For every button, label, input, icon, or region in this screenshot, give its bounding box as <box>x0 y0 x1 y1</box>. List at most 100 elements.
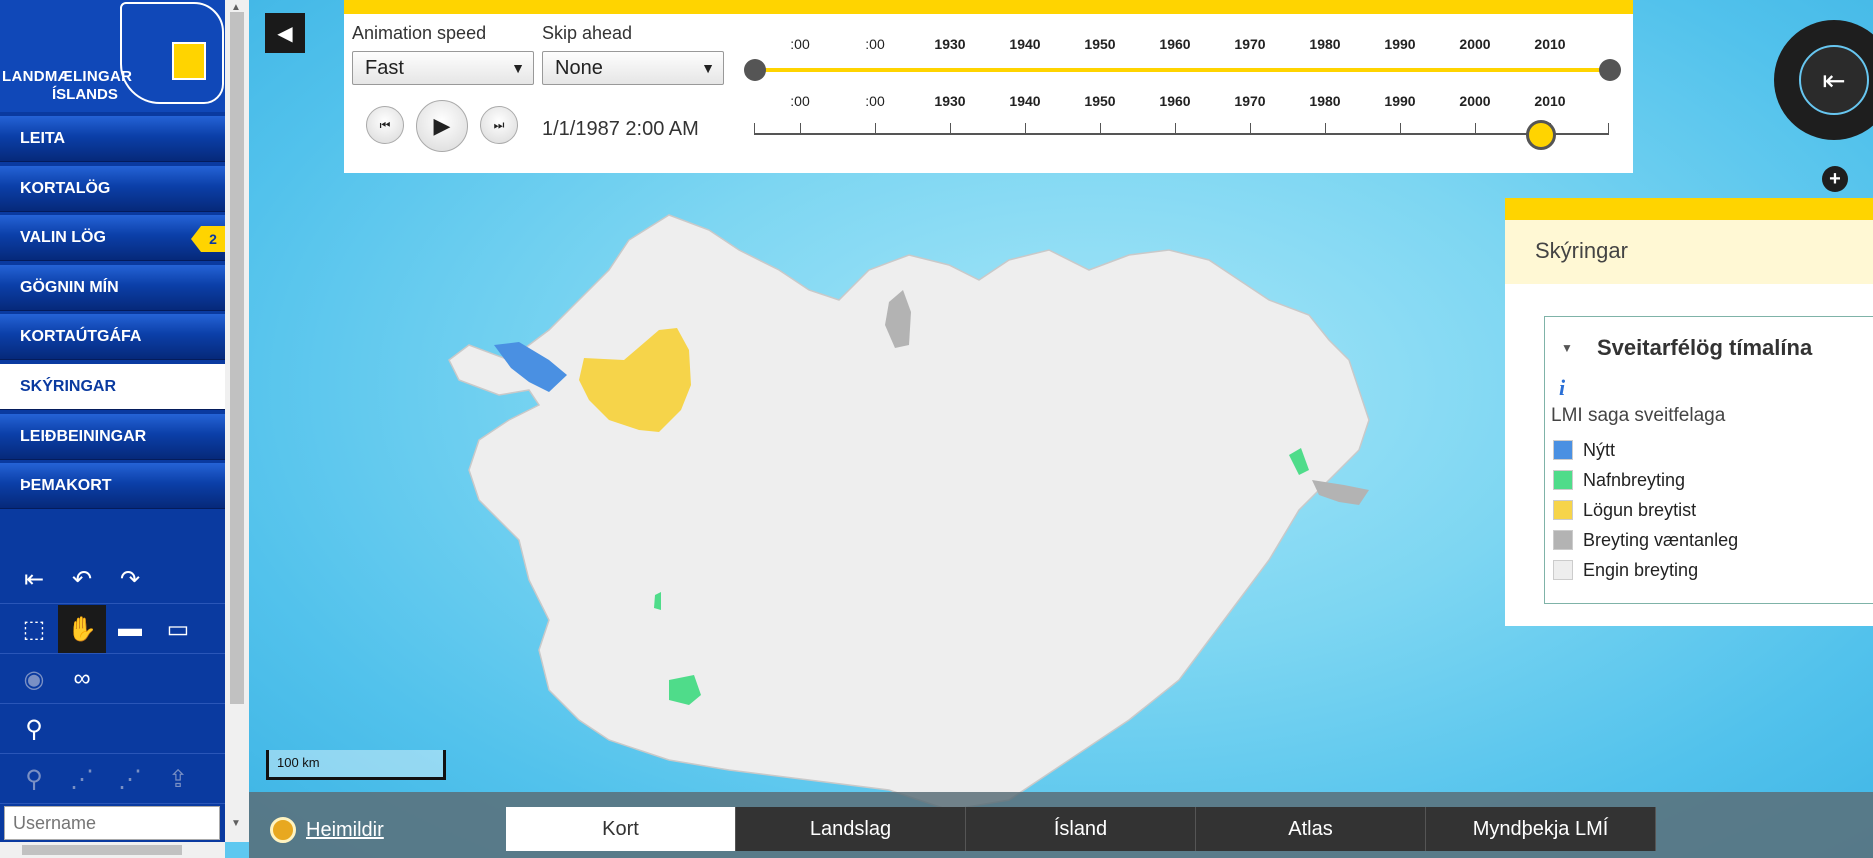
brand-line1: LANDMÆLINGAR <box>2 68 133 85</box>
tick-label: :00 <box>865 93 885 109</box>
legend-item: Nafnbreyting <box>1553 465 1738 495</box>
range-start-handle[interactable] <box>744 59 766 81</box>
sidebar-item-themakort[interactable]: ÞEMAKORT <box>0 463 225 510</box>
undo-icon[interactable]: ↶ <box>58 555 106 603</box>
select-area-icon[interactable]: ▭ <box>154 605 202 653</box>
skip-select[interactable]: None ▼ <box>542 51 724 85</box>
legend-item: Nýtt <box>1553 435 1738 465</box>
sidebar-item-kortalog[interactable]: KORTALÖG <box>0 165 225 212</box>
legend-panel: Skýringar ▼ Sveitarfélög tímalína i LMI … <box>1505 198 1873 626</box>
reset-view-icon[interactable]: ⇤ <box>1799 45 1869 115</box>
axis-tick <box>875 123 876 133</box>
username-input[interactable] <box>4 806 220 840</box>
info-icon[interactable]: i <box>1559 375 1565 401</box>
zoom-in-button[interactable]: + <box>1822 166 1848 192</box>
add-line-icon[interactable]: ⋰ <box>58 755 106 803</box>
tool-row-route: ⚲ <box>0 705 225 754</box>
sidebar-item-kortautgafa[interactable]: KORTAÚTGÁFA <box>0 314 225 361</box>
play-icon: ▶ <box>433 113 451 138</box>
collapse-sidebar-button[interactable]: ◀ <box>265 13 305 53</box>
current-time-handle[interactable] <box>1525 120 1556 150</box>
pan-hand-icon[interactable]: ✋ <box>58 605 106 653</box>
tick-label: 1960 <box>1159 93 1191 109</box>
zoom-box-icon[interactable]: ⬚ <box>10 605 58 653</box>
sidebar-item-gognin-min[interactable]: GÖGNIN MÍN <box>0 264 225 311</box>
previous-button[interactable]: ⏮ <box>366 106 404 144</box>
logo-square-icon <box>172 42 206 80</box>
skip-value: None <box>555 57 603 79</box>
tick-label: 1980 <box>1309 93 1341 109</box>
current-time: 1/1/1987 2:00 AM <box>542 118 699 140</box>
time-axis <box>754 133 1609 135</box>
axis-tick <box>800 123 801 133</box>
tool-row-draw: ⚲ ⋰ ⋰ ⇪ <box>0 755 225 804</box>
tick-label: 2010 <box>1534 93 1566 109</box>
redo-icon[interactable]: ↷ <box>106 555 154 603</box>
axis-tick <box>1250 123 1251 133</box>
tick-label: 1990 <box>1384 36 1416 52</box>
attribution-link[interactable]: Heimildir <box>306 819 384 842</box>
legend-group-title[interactable]: Sveitarfélög tímalína <box>1597 335 1812 361</box>
camera-icon[interactable]: ◉ <box>10 655 58 703</box>
basemap-landslag[interactable]: Landslag <box>736 807 966 851</box>
next-button[interactable]: ⏭ <box>480 106 518 144</box>
legend-label: Nafnbreyting <box>1583 469 1686 490</box>
sidebar-nav: LEITA KORTALÖG VALIN LÖG 2 GÖGNIN MÍN KO… <box>0 116 225 513</box>
tick-label: :00 <box>790 36 810 52</box>
legend-label: Lögun breytist <box>1583 499 1697 520</box>
scroll-thumb[interactable] <box>22 845 182 855</box>
legend-header: Skýringar <box>1505 220 1873 284</box>
legend-group: ▼ Sveitarfélög tímalína i LMI saga sveit… <box>1544 316 1873 604</box>
sidebar-item-valin-log[interactable]: VALIN LÖG 2 <box>0 215 225 262</box>
sidebar-item-skyringar[interactable]: SKÝRINGAR <box>0 363 225 410</box>
basemap-island[interactable]: Ísland <box>966 807 1196 851</box>
tick-label: 1940 <box>1009 93 1041 109</box>
sidebar-item-leidbeiningar[interactable]: LEIÐBEININGAR <box>0 413 225 460</box>
caret-left-icon: ◀ <box>277 22 293 45</box>
navigation-control: ⇤ <box>1774 20 1873 142</box>
logo: LANDMÆLINGAR ÍSLANDS <box>0 0 225 112</box>
basemap-kort[interactable]: Kort <box>506 807 736 851</box>
sidebar: LANDMÆLINGAR ÍSLANDS LEITA KORTALÖG VALI… <box>0 0 225 858</box>
tick-label: 1950 <box>1084 36 1116 52</box>
play-button[interactable]: ▶ <box>416 100 468 152</box>
collapse-caret-icon[interactable]: ▼ <box>1561 341 1573 355</box>
measure-ruler-icon[interactable]: ▬ <box>106 605 154 653</box>
compass-ring[interactable]: ⇤ <box>1774 20 1873 140</box>
basemap-myndthekja[interactable]: Myndþekja LMÍ <box>1426 807 1656 851</box>
axis-tick <box>950 123 951 133</box>
basemap-atlas[interactable]: Atlas <box>1196 807 1426 851</box>
sidebar-item-label: VALIN LÖG <box>20 229 106 247</box>
time-range-line <box>754 68 1609 72</box>
legend-item: Engin breyting <box>1553 555 1738 585</box>
tick-label: 1930 <box>934 93 966 109</box>
sidebar-horizontal-scrollbar[interactable] <box>0 842 225 858</box>
add-point-icon[interactable]: ⚲ <box>10 755 58 803</box>
plus-icon: + <box>1829 167 1841 190</box>
speed-select[interactable]: Fast ▼ <box>352 51 534 85</box>
add-polygon-icon[interactable]: ⋰ <box>106 755 154 803</box>
range-end-handle[interactable] <box>1599 59 1621 81</box>
speed-value: Fast <box>365 57 404 79</box>
legend-swatch <box>1553 560 1573 580</box>
pin-route-icon[interactable]: ⚲ <box>10 705 58 753</box>
legend-item: Breyting væntanleg <box>1553 525 1738 555</box>
axis-tick <box>754 123 755 133</box>
chevron-down-icon: ▼ <box>701 60 715 76</box>
attribution: Heimildir <box>270 817 384 843</box>
legend-label: Engin breyting <box>1583 559 1699 580</box>
tick-label: :00 <box>865 36 885 52</box>
home-extent-icon[interactable]: ⇤ <box>10 555 58 603</box>
sidebar-vertical-scrollbar[interactable]: ▲ ▼ <box>225 0 249 842</box>
link-icon[interactable]: ∞ <box>58 655 106 703</box>
tick-label: 1980 <box>1309 36 1341 52</box>
axis-tick <box>1400 123 1401 133</box>
legend-items: Nýtt Nafnbreyting Lögun breytist Breytin… <box>1553 435 1738 585</box>
tick-label: :00 <box>790 93 810 109</box>
tick-label: 1970 <box>1234 36 1266 52</box>
tick-label: 1950 <box>1084 93 1116 109</box>
upload-icon[interactable]: ⇪ <box>154 755 202 803</box>
sidebar-item-leita[interactable]: LEITA <box>0 116 225 162</box>
scroll-thumb[interactable] <box>230 12 244 704</box>
scroll-down-icon[interactable]: ▼ <box>231 818 241 829</box>
